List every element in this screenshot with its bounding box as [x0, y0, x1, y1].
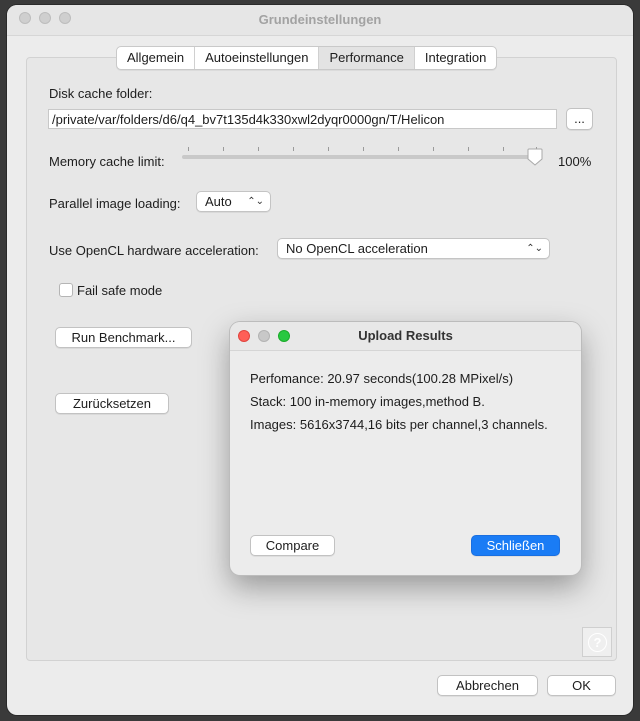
- slider-tick: [223, 147, 224, 151]
- slider-tick: [398, 147, 399, 151]
- opencl-value: No OpenCL acceleration: [286, 241, 428, 256]
- stack-result-text: Stack: 100 in-memory images,method B.: [250, 394, 485, 409]
- memory-cache-slider-thumb[interactable]: [527, 148, 543, 166]
- memory-cache-label: Memory cache limit:: [49, 154, 165, 169]
- ok-button[interactable]: OK: [547, 675, 616, 696]
- tab-autoeinstellungen[interactable]: Autoeinstellungen: [195, 47, 320, 69]
- opencl-label: Use OpenCL hardware acceleration:: [49, 243, 259, 258]
- upload-results-dialog: Upload Results Perfomance: 20.97 seconds…: [230, 322, 581, 575]
- reset-button[interactable]: Zurücksetzen: [55, 393, 169, 414]
- slider-tick: [188, 147, 189, 151]
- browse-folder-button[interactable]: ...: [566, 108, 593, 130]
- performance-result-text: Perfomance: 20.97 seconds(100.28 MPixel/…: [250, 371, 514, 386]
- chevron-updown-icon: ⌃⌄: [526, 243, 543, 254]
- fail-safe-label: Fail safe mode: [77, 283, 163, 298]
- slider-tick: [468, 147, 469, 151]
- dialog-title-bar: Upload Results: [230, 322, 581, 351]
- parallel-loading-select[interactable]: Auto ⌃⌄: [196, 191, 271, 212]
- slider-tick: [503, 147, 504, 151]
- parallel-loading-label: Parallel image loading:: [49, 196, 181, 211]
- cancel-button[interactable]: Abbrechen: [437, 675, 538, 696]
- disk-cache-label: Disk cache folder:: [49, 86, 153, 101]
- chevron-updown-icon: ⌃⌄: [247, 196, 264, 207]
- slider-tick: [363, 147, 364, 151]
- window-title: Grundeinstellungen: [258, 12, 382, 27]
- dialog-title: Upload Results: [358, 328, 453, 343]
- help-button[interactable]: ?: [582, 627, 612, 657]
- tab-allgemein[interactable]: Allgemein: [117, 47, 196, 69]
- disk-cache-path-field[interactable]: /private/var/folders/d6/q4_bv7t135d4k330…: [48, 109, 557, 129]
- memory-cache-value: 100%: [558, 154, 592, 169]
- tab-bar: Allgemein Autoeinstellungen Performance …: [116, 46, 498, 70]
- slider-tick: [328, 147, 329, 151]
- images-result-text: Images: 5616x3744,16 bits per channel,3 …: [250, 417, 548, 432]
- close-dialog-button[interactable]: Schließen: [471, 535, 560, 556]
- opencl-select[interactable]: No OpenCL acceleration ⌃⌄: [277, 238, 550, 259]
- memory-cache-slider-track[interactable]: [182, 155, 537, 159]
- slider-tick: [433, 147, 434, 151]
- parallel-loading-value: Auto: [205, 194, 232, 209]
- tab-integration[interactable]: Integration: [415, 47, 496, 69]
- slider-tick: [293, 147, 294, 151]
- fail-safe-checkbox[interactable]: [59, 283, 73, 297]
- run-benchmark-button[interactable]: Run Benchmark...: [55, 327, 192, 348]
- compare-button[interactable]: Compare: [250, 535, 335, 556]
- tab-performance[interactable]: Performance: [319, 47, 415, 69]
- question-icon: ?: [588, 633, 607, 652]
- title-bar: Grundeinstellungen: [7, 5, 633, 36]
- slider-tick: [258, 147, 259, 151]
